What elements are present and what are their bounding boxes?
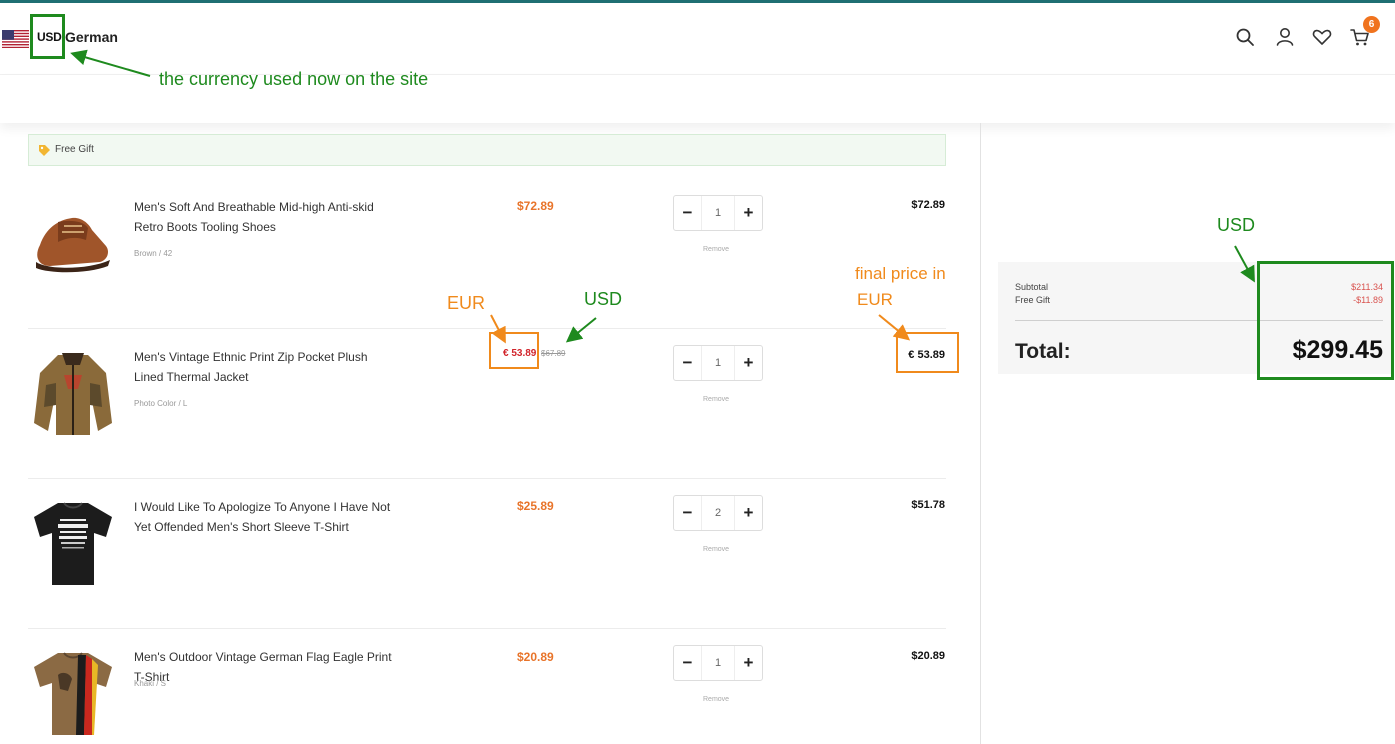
quantity-stepper: − 2 + — [673, 495, 763, 531]
quantity-value[interactable]: 1 — [702, 646, 734, 680]
subtotal-label: Subtotal — [1015, 282, 1049, 292]
remove-item-link[interactable]: Remove — [703, 696, 729, 703]
product-image-boots[interactable] — [28, 190, 118, 285]
final-price-annotation-line1: final price in — [855, 264, 946, 283]
product-name[interactable]: I Would Like To Apologize To Anyone I Ha… — [134, 497, 399, 537]
increase-quantity-button[interactable]: + — [734, 496, 762, 530]
final-eur-highlight-box — [896, 332, 959, 373]
quantity-stepper: − 1 + — [673, 195, 763, 231]
total-label: Total: — [1015, 340, 1071, 363]
product-name[interactable]: Men's Soft And Breathable Mid-high Anti-… — [134, 197, 399, 237]
currency-annotation: the currency used now on the site — [159, 69, 429, 89]
account-icon[interactable] — [1274, 26, 1296, 48]
usd-summary-highlight-box — [1257, 261, 1394, 380]
free-gift-summary-label: Free Gift — [1015, 295, 1051, 305]
line-total: $72.89 — [911, 199, 945, 211]
product-name[interactable]: Men's Outdoor Vintage German Flag Eagle … — [134, 647, 399, 687]
eur-unit-annotation: EUR — [447, 293, 486, 313]
quantity-stepper: − 1 + — [673, 645, 763, 681]
remove-item-link[interactable]: Remove — [703, 546, 729, 553]
decrease-quantity-button[interactable]: − — [674, 346, 702, 380]
cart-count-badge: 6 — [1363, 16, 1380, 33]
product-image-apologize-tshirt[interactable] — [28, 495, 118, 590]
quantity-value[interactable]: 1 — [702, 196, 734, 230]
increase-quantity-button[interactable]: + — [734, 346, 762, 380]
decrease-quantity-button[interactable]: − — [674, 496, 702, 530]
row-separator — [28, 328, 946, 329]
line-total: $51.78 — [911, 499, 945, 511]
wishlist-heart-icon[interactable] — [1311, 26, 1333, 48]
site-header — [0, 3, 1395, 75]
original-price: $67.89 — [541, 349, 566, 358]
free-gift-bar: Free Gift — [28, 134, 946, 166]
quantity-value[interactable]: 1 — [702, 346, 734, 380]
increase-quantity-button[interactable]: + — [734, 646, 762, 680]
product-variant: Khaki / S — [134, 679, 167, 688]
search-icon[interactable] — [1234, 26, 1256, 48]
product-variant: Photo Color / L — [134, 399, 188, 408]
eur-unit-highlight-box — [489, 332, 539, 369]
tag-icon — [38, 144, 51, 157]
remove-item-link[interactable]: Remove — [703, 246, 729, 253]
product-image-eagle-tshirt[interactable] — [28, 645, 118, 740]
quantity-value[interactable]: 2 — [702, 496, 734, 530]
line-total: $20.89 — [911, 650, 945, 662]
unit-price: $25.89 — [517, 499, 554, 513]
product-image-jacket[interactable] — [28, 345, 118, 440]
decrease-quantity-button[interactable]: − — [674, 196, 702, 230]
product-variant: Brown / 42 — [134, 249, 173, 258]
free-gift-label: Free Gift — [55, 144, 94, 155]
remove-item-link[interactable]: Remove — [703, 396, 729, 403]
usd-summary-annotation: USD — [1217, 215, 1256, 235]
usd-unit-annotation: USD — [584, 289, 623, 309]
decrease-quantity-button[interactable]: − — [674, 646, 702, 680]
unit-price: $20.89 — [517, 650, 554, 664]
row-separator — [28, 628, 946, 629]
final-price-annotation-line2: EUR — [857, 290, 893, 309]
increase-quantity-button[interactable]: + — [734, 196, 762, 230]
language-selector[interactable]: German — [65, 29, 118, 45]
currency-highlight-box — [30, 14, 65, 59]
us-flag-icon[interactable] — [2, 30, 29, 48]
quantity-stepper: − 1 + — [673, 345, 763, 381]
unit-price: $72.89 — [517, 199, 554, 213]
product-name[interactable]: Men's Vintage Ethnic Print Zip Pocket Pl… — [134, 347, 399, 387]
column-divider — [980, 123, 981, 744]
row-separator — [28, 478, 946, 479]
